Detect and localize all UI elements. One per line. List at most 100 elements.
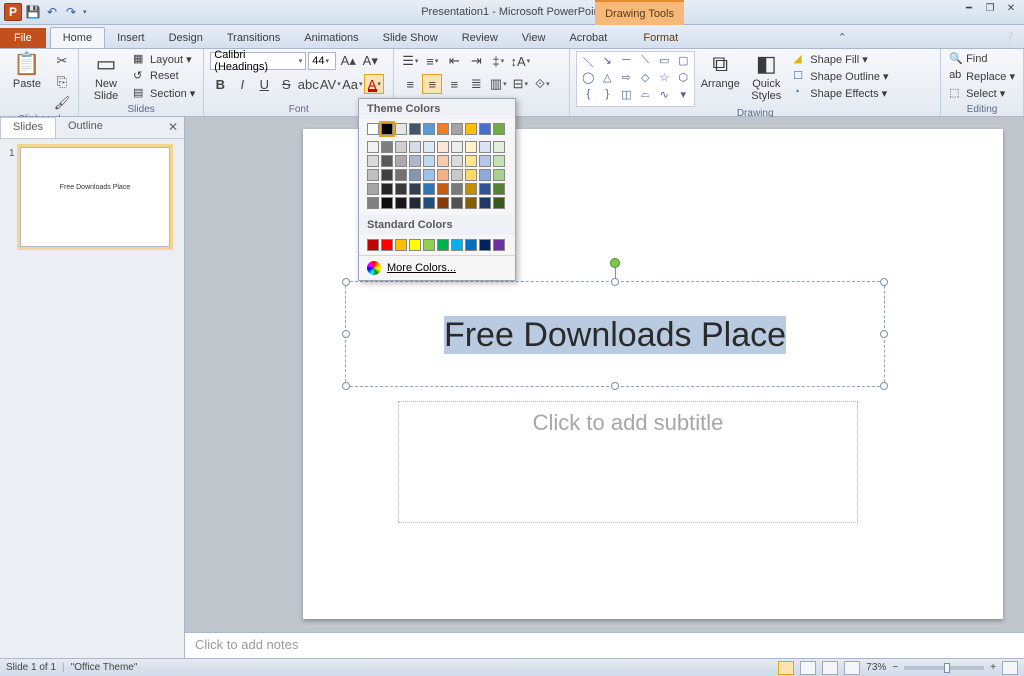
slideshow-view-icon[interactable] bbox=[844, 661, 860, 675]
normal-view-icon[interactable] bbox=[778, 661, 794, 675]
shape-line3-icon[interactable]: ⟍ bbox=[636, 54, 654, 70]
shape-line2-icon[interactable]: ─ bbox=[617, 54, 635, 70]
theme-color-swatch[interactable] bbox=[367, 123, 379, 135]
panel-tab-outline[interactable]: Outline bbox=[56, 117, 115, 138]
theme-color-swatch[interactable] bbox=[423, 123, 435, 135]
theme-color-swatch[interactable] bbox=[451, 123, 463, 135]
shade-color-swatch[interactable] bbox=[479, 155, 491, 167]
quick-styles-button[interactable]: ◧Quick Styles bbox=[745, 51, 787, 102]
standard-color-swatch[interactable] bbox=[465, 239, 477, 251]
shade-color-swatch[interactable] bbox=[423, 183, 435, 195]
shade-color-swatch[interactable] bbox=[493, 169, 505, 181]
shade-color-swatch[interactable] bbox=[465, 169, 477, 181]
shade-color-swatch[interactable] bbox=[437, 169, 449, 181]
shade-color-swatch[interactable] bbox=[395, 197, 407, 209]
shape-tri-icon[interactable]: △ bbox=[598, 71, 616, 87]
tab-slideshow[interactable]: Slide Show bbox=[371, 28, 450, 48]
shape-brace2-icon[interactable]: } bbox=[598, 88, 616, 104]
align-right-icon[interactable]: ≡ bbox=[444, 74, 464, 94]
qat-dropdown-icon[interactable]: ▾ bbox=[83, 8, 87, 16]
shade-color-swatch[interactable] bbox=[381, 183, 393, 195]
standard-color-swatch[interactable] bbox=[451, 239, 463, 251]
increase-indent-icon[interactable]: ⇥ bbox=[466, 51, 486, 71]
align-text-button[interactable]: ⊟▾ bbox=[510, 74, 530, 94]
theme-color-swatch[interactable] bbox=[493, 123, 505, 135]
theme-color-swatch[interactable] bbox=[437, 123, 449, 135]
panel-tab-slides[interactable]: Slides bbox=[0, 117, 56, 138]
italic-button[interactable]: I bbox=[232, 74, 252, 94]
shade-color-swatch[interactable] bbox=[367, 155, 379, 167]
tab-review[interactable]: Review bbox=[450, 28, 510, 48]
shade-color-swatch[interactable] bbox=[493, 197, 505, 209]
shade-color-swatch[interactable] bbox=[479, 169, 491, 181]
reset-button[interactable]: ↺Reset bbox=[131, 68, 197, 84]
shade-color-swatch[interactable] bbox=[381, 141, 393, 153]
shrink-font-icon[interactable]: A▾ bbox=[360, 51, 380, 71]
justify-icon[interactable]: ≣ bbox=[466, 74, 486, 94]
decrease-indent-icon[interactable]: ⇤ bbox=[444, 51, 464, 71]
shade-color-swatch[interactable] bbox=[409, 197, 421, 209]
theme-color-swatch[interactable] bbox=[409, 123, 421, 135]
font-size-combo[interactable]: 44▾ bbox=[308, 52, 336, 70]
slide-thumbnail[interactable]: 1 Free Downloads Place bbox=[20, 147, 170, 247]
tab-animations[interactable]: Animations bbox=[292, 28, 370, 48]
standard-color-swatch[interactable] bbox=[381, 239, 393, 251]
shape-brace-icon[interactable]: { bbox=[579, 88, 597, 104]
shade-color-swatch[interactable] bbox=[409, 141, 421, 153]
shade-color-swatch[interactable] bbox=[437, 155, 449, 167]
shade-color-swatch[interactable] bbox=[493, 155, 505, 167]
cut-icon[interactable]: ✂ bbox=[52, 51, 72, 71]
shade-color-swatch[interactable] bbox=[451, 197, 463, 209]
shape-callout-icon[interactable]: ◫ bbox=[617, 88, 635, 104]
shape-rect2-icon[interactable]: ▢ bbox=[674, 54, 692, 70]
slide-canvas[interactable]: Free Downloads Place Click to add subtit… bbox=[185, 117, 1024, 632]
new-slide-button[interactable]: ▭ New Slide bbox=[85, 51, 127, 102]
underline-button[interactable]: U bbox=[254, 74, 274, 94]
bullets-button[interactable]: ☰▾ bbox=[400, 51, 420, 71]
shade-color-swatch[interactable] bbox=[451, 155, 463, 167]
theme-color-swatch[interactable] bbox=[479, 123, 491, 135]
shape-diamond-icon[interactable]: ◇ bbox=[636, 71, 654, 87]
handle-tl[interactable] bbox=[342, 278, 350, 286]
sorter-view-icon[interactable] bbox=[800, 661, 816, 675]
title-text[interactable]: Free Downloads Place bbox=[346, 316, 884, 355]
redo-icon[interactable]: ↷ bbox=[63, 4, 79, 20]
help-icon[interactable]: ❔ bbox=[994, 27, 1024, 48]
standard-color-swatch[interactable] bbox=[479, 239, 491, 251]
shape-curve-icon[interactable]: ∿ bbox=[655, 88, 673, 104]
bold-button[interactable]: B bbox=[210, 74, 230, 94]
shape-fill-button[interactable]: ◢Shape Fill ▾ bbox=[791, 51, 890, 67]
copy-icon[interactable]: ⎘ bbox=[52, 72, 72, 92]
shade-color-swatch[interactable] bbox=[409, 169, 421, 181]
handle-tr[interactable] bbox=[880, 278, 888, 286]
shade-color-swatch[interactable] bbox=[465, 155, 477, 167]
standard-color-swatch[interactable] bbox=[395, 239, 407, 251]
select-button[interactable]: ⬚Select ▾ bbox=[947, 85, 1017, 101]
smartart-button[interactable]: ⟐▾ bbox=[532, 74, 552, 94]
tab-home[interactable]: Home bbox=[50, 27, 105, 48]
arrange-button[interactable]: ⧉Arrange bbox=[699, 51, 741, 90]
shape-more-icon[interactable]: ▾ bbox=[674, 88, 692, 104]
shape-rect-icon[interactable]: ▭ bbox=[655, 54, 673, 70]
notes-pane[interactable]: Click to add notes bbox=[185, 632, 1024, 658]
shade-color-swatch[interactable] bbox=[423, 169, 435, 181]
shape-arrow-icon[interactable]: ↘ bbox=[598, 54, 616, 70]
shade-color-swatch[interactable] bbox=[465, 183, 477, 195]
section-button[interactable]: ▤Section ▾ bbox=[131, 85, 197, 101]
minimize-icon[interactable]: ━ bbox=[960, 3, 978, 17]
shade-color-swatch[interactable] bbox=[367, 183, 379, 195]
shade-color-swatch[interactable] bbox=[423, 197, 435, 209]
handle-bm[interactable] bbox=[611, 382, 619, 390]
zoom-slider[interactable] bbox=[904, 666, 984, 670]
layout-button[interactable]: ▦Layout ▾ bbox=[131, 51, 197, 67]
shade-color-swatch[interactable] bbox=[437, 183, 449, 195]
text-direction-button[interactable]: ↕A▾ bbox=[510, 51, 530, 71]
shade-color-swatch[interactable] bbox=[437, 141, 449, 153]
title-placeholder[interactable]: Free Downloads Place bbox=[345, 281, 885, 387]
shade-color-swatch[interactable] bbox=[423, 155, 435, 167]
minimize-ribbon-icon[interactable]: ⌃ bbox=[830, 27, 855, 48]
save-icon[interactable]: 💾 bbox=[25, 4, 41, 20]
shade-color-swatch[interactable] bbox=[409, 183, 421, 195]
subtitle-placeholder[interactable]: Click to add subtitle bbox=[398, 401, 858, 523]
standard-color-swatch[interactable] bbox=[423, 239, 435, 251]
